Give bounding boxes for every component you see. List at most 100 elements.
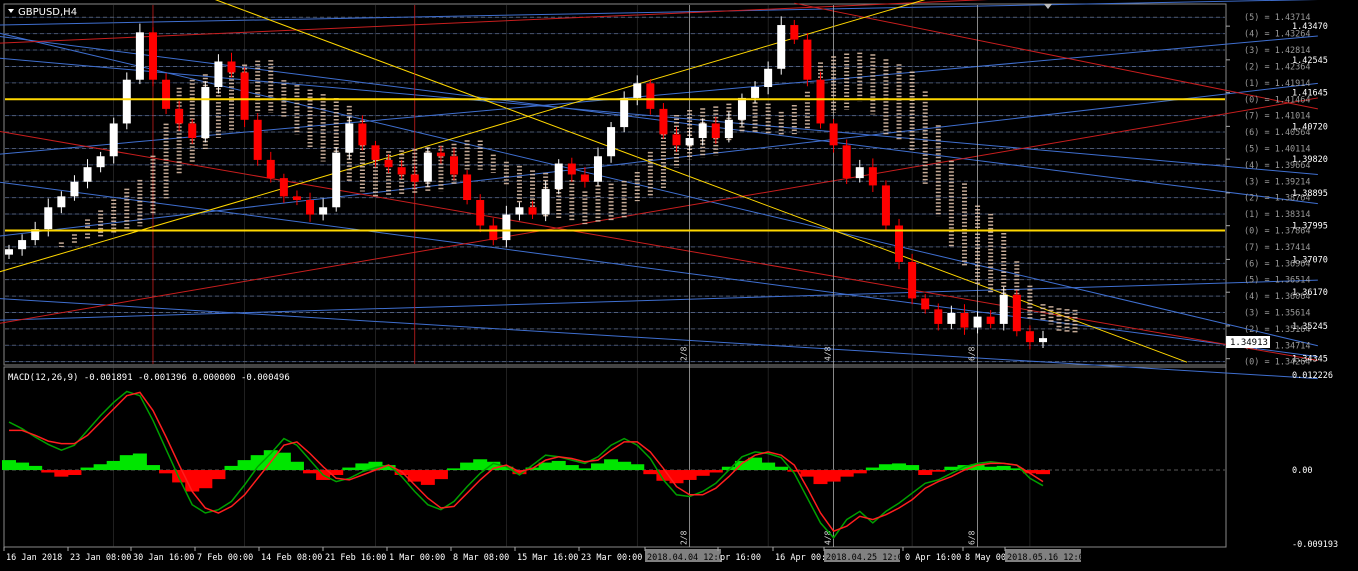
- macd-histogram-bar: [931, 470, 946, 472]
- fib-level-label: (1) = 1.41914: [1244, 79, 1311, 89]
- macd-panel-frame: [3, 366, 1227, 548]
- blue-channel-line: [0, 181, 1318, 358]
- candle-body: [135, 32, 144, 80]
- fraction-marker-label-macd: 2/8: [680, 530, 689, 545]
- y-axis-tick-label: 1.37995: [1292, 222, 1328, 232]
- macd-histogram-bar: [708, 470, 723, 473]
- chart-canvas[interactable]: 2/82/84/84/86/86/8 (5) = 1.43714(4) = 1.…: [0, 0, 1358, 571]
- candle-body: [921, 298, 930, 310]
- candle-body: [5, 249, 13, 255]
- candle-body: [751, 87, 760, 98]
- candle-body: [620, 97, 629, 128]
- macd-y-tick-label: 0.012226: [1292, 371, 1333, 381]
- candle-body: [57, 196, 66, 208]
- candle-body: [345, 123, 354, 153]
- candle-body: [227, 61, 236, 73]
- y-axis-tick-label: 1.43470: [1292, 22, 1328, 32]
- candle-body: [973, 316, 982, 328]
- macd-y-tick-label: 0.00: [1292, 466, 1312, 476]
- y-axis-tick-label: 1.34345: [1292, 355, 1328, 365]
- macd-histogram-bar: [473, 459, 488, 471]
- macd-histogram-bar: [813, 470, 828, 485]
- blue-channel-line: [0, 57, 1318, 175]
- x-axis-tick-label: 30 Jan 16:00: [133, 553, 194, 563]
- candle-body: [947, 312, 956, 324]
- fib-level-label: (3) = 1.39214: [1244, 177, 1311, 187]
- macd-histogram-bar: [67, 470, 82, 475]
- fib-level-label: (3) = 1.35614: [1244, 308, 1311, 318]
- candle-body: [790, 25, 799, 40]
- candle-body: [240, 72, 249, 120]
- candle-body: [1039, 338, 1047, 343]
- candle-body: [96, 156, 105, 168]
- macd-histogram-bar: [80, 467, 95, 471]
- candle-body: [214, 61, 223, 88]
- macd-histogram-bar: [303, 470, 318, 474]
- macd-histogram-bar: [918, 470, 933, 475]
- macd-histogram-bar: [551, 460, 566, 471]
- candle-body: [711, 123, 720, 139]
- y-axis-tick-label: 1.35245: [1292, 322, 1328, 332]
- candle-body: [410, 174, 419, 182]
- candle-body: [934, 309, 943, 324]
- x-axis-tick-label: pr 16:00: [720, 553, 761, 563]
- y-axis-tick-label: 1.41645: [1292, 89, 1328, 99]
- macd-histogram-bar: [420, 470, 435, 485]
- fib-level-label: (5) = 1.40114: [1244, 144, 1311, 154]
- macd-histogram-bar: [355, 463, 370, 471]
- candle-body: [319, 207, 328, 215]
- x-axis-tick-label: 23 Mar 00:00: [581, 553, 642, 563]
- candle-body: [855, 167, 864, 179]
- candle-body: [450, 156, 459, 175]
- macd-histogram-bar: [211, 470, 226, 480]
- macd-histogram-bar: [224, 465, 239, 471]
- macd-histogram-bar: [433, 470, 448, 480]
- macd-histogram-bar: [669, 470, 684, 484]
- candle-body: [253, 119, 262, 160]
- candle-body: [881, 185, 890, 226]
- macd-histogram-bar: [15, 462, 30, 471]
- macd-histogram-bar: [905, 465, 920, 471]
- macd-histogram-bar: [289, 461, 304, 471]
- symbol-dropdown-icon[interactable]: [8, 9, 14, 13]
- macd-histogram-bar: [54, 470, 69, 477]
- macd-histogram-bar: [564, 465, 579, 471]
- x-axis-tick-label: 1 Mar 00:00: [389, 553, 445, 563]
- candle-body: [201, 87, 210, 139]
- candle-body: [292, 196, 301, 200]
- y-axis-tick-label: 1.40720: [1292, 122, 1328, 132]
- candle-body: [986, 316, 995, 324]
- macd-histogram-bar: [342, 467, 357, 471]
- x-axis-tick-label: 14 Feb 08:00: [261, 553, 322, 563]
- candle-body: [842, 145, 851, 179]
- candle-body: [109, 123, 118, 157]
- x-axis-tick-label: 23 Jan 08:00: [70, 553, 131, 563]
- macd-histogram-bar: [106, 460, 121, 471]
- macd-histogram-bar: [800, 470, 815, 477]
- macd-histogram-bar: [892, 463, 907, 471]
- fraction-marker-label-macd: 6/8: [968, 530, 977, 545]
- candle-body: [1025, 331, 1034, 343]
- macd-histogram-bar: [132, 453, 147, 471]
- fib-level-label: (3) = 1.42814: [1244, 46, 1311, 56]
- fraction-marker-label: 2/8: [680, 346, 689, 361]
- candle-body: [633, 83, 642, 98]
- candle-body: [515, 207, 524, 215]
- macd-histogram-bar: [787, 470, 802, 472]
- macd-histogram-bar: [41, 470, 56, 473]
- blue-channel-line: [0, 35, 1318, 155]
- current-price-tag: 1.34913: [1230, 338, 1268, 348]
- candle-body: [436, 152, 445, 157]
- macd-histogram-bar: [617, 461, 632, 471]
- candle-body: [371, 145, 380, 160]
- x-axis-tick-label: 2018.05.16 12:00: [1007, 553, 1089, 563]
- macd-label: MACD(12,26,9) -0.001891 -0.001396 0.0000…: [8, 373, 290, 383]
- fib-level-label: (1) = 1.38314: [1244, 210, 1311, 220]
- macd-histogram-bar: [748, 457, 763, 471]
- macd-histogram-bar: [577, 468, 592, 471]
- candle-body: [423, 152, 432, 182]
- candle-body: [44, 207, 53, 230]
- fib-level-label: (5) = 1.36514: [1244, 276, 1311, 286]
- candle-body: [122, 79, 131, 124]
- macd-histogram-bar: [839, 470, 854, 477]
